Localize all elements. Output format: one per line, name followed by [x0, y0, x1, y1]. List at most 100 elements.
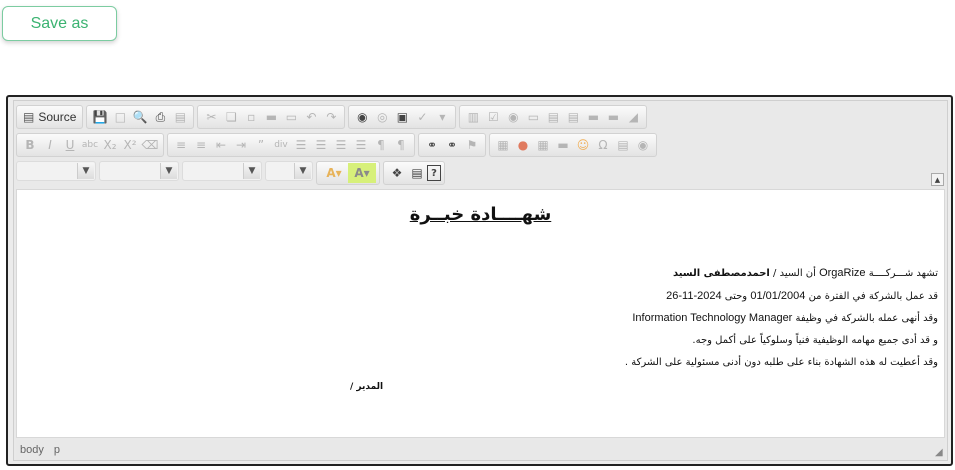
toolbar-group-basicstyles: B I U abc X₂ X² ⌫: [16, 133, 164, 157]
source-icon: ▤: [23, 110, 35, 124]
size-combo[interactable]: ▼: [265, 161, 313, 181]
rtl-icon[interactable]: ¶: [391, 135, 411, 155]
toolbar-group-links: ⚭ ⚭ ⚑: [418, 133, 486, 157]
spellcheck-icon[interactable]: ✓: [412, 107, 432, 127]
align-center-icon[interactable]: ☰: [311, 135, 331, 155]
print-icon[interactable]: ⎙: [150, 107, 170, 127]
redo-icon[interactable]: ↷: [321, 107, 341, 127]
text-color-icon[interactable]: A▾: [320, 163, 348, 183]
certificate-line: وقد أنهى عمله بالشركة في وظيفة Informati…: [632, 312, 938, 324]
toolbar-group-clipboard: ✂ ❏ ▫ ▬ ▭ ↶ ↷: [197, 105, 346, 129]
toolbar-group-insert: ▦ ● ▦ ▬ ☺ Ω ▤ ◉: [489, 133, 657, 157]
copy-icon[interactable]: ❏: [221, 107, 241, 127]
toolbar-group-forms: ▥ ☑ ◉ ▭ ▤ ▤ ▬ ▬ ◢: [459, 105, 648, 129]
find-icon[interactable]: ◉: [352, 107, 372, 127]
unlink-icon[interactable]: ⚭: [442, 135, 462, 155]
iframe-icon[interactable]: ◉: [633, 135, 653, 155]
format-combo[interactable]: ▼: [99, 161, 179, 181]
toolbar-row-2: B I U abc X₂ X² ⌫ ≡ ≡ ⇤ ⇥ ” div ☰ ☰ ☰ ☰ …: [16, 133, 657, 157]
imagebutton-icon[interactable]: ▬: [603, 107, 623, 127]
cut-icon[interactable]: ✂: [201, 107, 221, 127]
show-blocks-icon[interactable]: ▤: [407, 163, 427, 183]
resize-handle-icon[interactable]: ◢: [935, 448, 945, 458]
certificate-line: تشهد شـــركــــة OrgaRize أن السيد / احم…: [672, 267, 938, 279]
certificate-line: وقد أعطيت له هذه الشهادة بناء على طلبه د…: [624, 357, 938, 368]
undo-icon[interactable]: ↶: [301, 107, 321, 127]
source-label: Source: [38, 110, 77, 124]
replace-icon[interactable]: ◎: [372, 107, 392, 127]
signature-label: المدير /: [350, 382, 384, 392]
chevron-down-icon: ▼: [160, 163, 177, 179]
form-icon[interactable]: ▥: [463, 107, 483, 127]
help-icon[interactable]: ?: [427, 165, 441, 181]
toolbar-group-paragraph: ≡ ≡ ⇤ ⇥ ” div ☰ ☰ ☰ ☰ ¶ ¶: [167, 133, 415, 157]
element-path-bar: body p: [16, 440, 945, 460]
select-all-icon[interactable]: ▣: [392, 107, 412, 127]
textarea-icon[interactable]: ▤: [543, 107, 563, 127]
hiddenfield-icon[interactable]: ◢: [623, 107, 643, 127]
paste-text-icon[interactable]: ▬: [261, 107, 281, 127]
remove-format-icon[interactable]: ⌫: [140, 135, 160, 155]
numbered-list-icon[interactable]: ≡: [171, 135, 191, 155]
font-combo[interactable]: ▼: [182, 161, 262, 181]
collapse-toolbar-icon[interactable]: ▲: [931, 173, 944, 186]
new-page-icon[interactable]: □: [110, 107, 130, 127]
button-icon[interactable]: ▬: [583, 107, 603, 127]
hr-icon[interactable]: ▬: [553, 135, 573, 155]
toolbar-row-1: ▤ Source 💾 □ 🔍 ⎙ ▤ ✂ ❏ ▫ ▬ ▭ ↶ ↷ ◉ ◎ ▣ ✓…: [16, 105, 648, 129]
flash-icon[interactable]: ●: [513, 135, 533, 155]
toolbar-row-3: ▼ ▼ ▼ ▼ A▾ A▾ ❖ ▤ ?: [16, 161, 445, 185]
certificate-line: و قد أدى جميع مهامه الوظيفية فنياً وسلوك…: [692, 335, 938, 346]
toolbar-group-editing: ◉ ◎ ▣ ✓ ▾: [348, 105, 457, 129]
anchor-icon[interactable]: ⚑: [462, 135, 482, 155]
link-icon[interactable]: ⚭: [422, 135, 442, 155]
align-right-icon[interactable]: ☰: [331, 135, 351, 155]
bg-color-icon[interactable]: A▾: [348, 163, 376, 183]
chevron-down-icon: ▼: [294, 163, 311, 179]
editor-content-area[interactable]: شهــــادة خبــرة تشهد شـــركــــة OrgaRi…: [16, 189, 945, 438]
select-icon[interactable]: ▤: [563, 107, 583, 127]
maximize-icon[interactable]: ❖: [387, 163, 407, 183]
path-item-body[interactable]: body: [20, 444, 44, 456]
ltr-icon[interactable]: ¶: [371, 135, 391, 155]
styles-combo[interactable]: ▼: [16, 161, 96, 181]
image-icon[interactable]: ▦: [493, 135, 513, 155]
checkbox-icon[interactable]: ☑: [483, 107, 503, 127]
textfield-icon[interactable]: ▭: [523, 107, 543, 127]
paste-icon[interactable]: ▫: [241, 107, 261, 127]
templates-icon[interactable]: ▤: [170, 107, 190, 127]
bulleted-list-icon[interactable]: ≡: [191, 135, 211, 155]
scayt-icon[interactable]: ▾: [432, 107, 452, 127]
toolbar-group-file: 💾 □ 🔍 ⎙ ▤: [86, 105, 195, 129]
chevron-down-icon: ▼: [77, 163, 94, 179]
strike-icon[interactable]: abc: [80, 135, 100, 155]
pagebreak-icon[interactable]: ▤: [613, 135, 633, 155]
radio-icon[interactable]: ◉: [503, 107, 523, 127]
toolbar-group-colors: A▾ A▾: [316, 161, 380, 185]
indent-icon[interactable]: ⇥: [231, 135, 251, 155]
outdent-icon[interactable]: ⇤: [211, 135, 231, 155]
source-button[interactable]: ▤ Source: [20, 107, 79, 127]
certificate-line: قد عمل بالشركة في الفترة من 01/01/2004 و…: [666, 290, 938, 302]
underline-icon[interactable]: U: [60, 135, 80, 155]
creatediv-icon[interactable]: div: [271, 135, 291, 155]
smiley-icon[interactable]: ☺: [573, 135, 593, 155]
certificate-title: شهــــادة خبــرة: [409, 204, 552, 225]
italic-icon[interactable]: I: [40, 135, 60, 155]
toolbar-group-tools: ❖ ▤ ?: [383, 161, 445, 185]
preview-icon[interactable]: 🔍: [130, 107, 150, 127]
save-icon[interactable]: 💾: [90, 107, 110, 127]
table-icon[interactable]: ▦: [533, 135, 553, 155]
paste-word-icon[interactable]: ▭: [281, 107, 301, 127]
chevron-down-icon: ▼: [243, 163, 260, 179]
save-as-button[interactable]: Save as: [2, 6, 117, 41]
special-char-icon[interactable]: Ω: [593, 135, 613, 155]
subscript-icon[interactable]: X₂: [100, 135, 120, 155]
align-left-icon[interactable]: ☰: [291, 135, 311, 155]
superscript-icon[interactable]: X²: [120, 135, 140, 155]
justify-icon[interactable]: ☰: [351, 135, 371, 155]
path-item-p[interactable]: p: [54, 444, 60, 456]
bold-icon[interactable]: B: [20, 135, 40, 155]
rich-text-editor: ▤ Source 💾 □ 🔍 ⎙ ▤ ✂ ❏ ▫ ▬ ▭ ↶ ↷ ◉ ◎ ▣ ✓…: [6, 95, 953, 466]
blockquote-icon[interactable]: ”: [251, 135, 271, 155]
